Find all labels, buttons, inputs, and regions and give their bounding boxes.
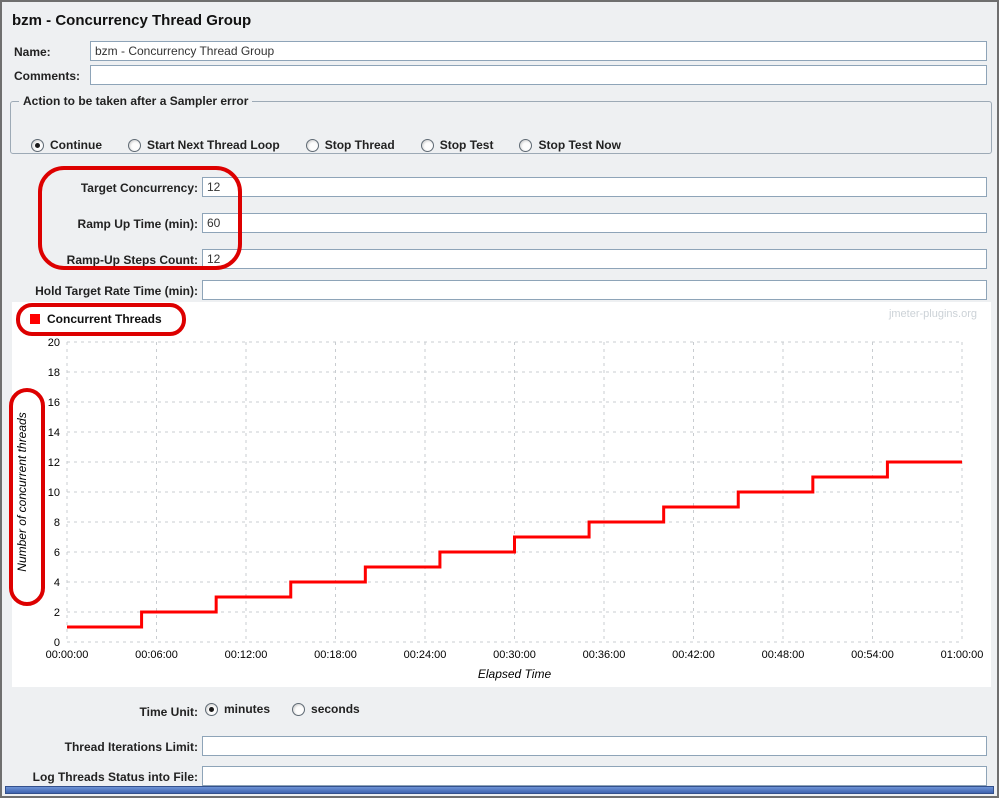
radio-icon: [305, 138, 319, 152]
ramp-up-time-input[interactable]: [202, 213, 987, 233]
radio-stop-test-label: Stop Test: [439, 138, 494, 152]
radio-start-next-thread-loop-label: Start Next Thread Loop: [147, 138, 280, 152]
sampler-error-group: Action to be taken after a Sampler error…: [10, 94, 992, 154]
svg-text:00:36:00: 00:36:00: [583, 649, 626, 661]
target-concurrency-label: Target Concurrency:: [80, 181, 198, 195]
svg-text:00:12:00: 00:12:00: [225, 649, 268, 661]
hold-target-rate-time-label: Hold Target Rate Time (min):: [35, 284, 198, 298]
svg-text:00:18:00: 00:18:00: [314, 649, 357, 661]
svg-text:4: 4: [54, 577, 60, 589]
radio-start-next-thread-loop[interactable]: Start Next Thread Loop: [128, 138, 280, 152]
legend-color-swatch: [30, 314, 40, 324]
time-unit-options: minutes seconds: [205, 702, 360, 716]
radio-minutes[interactable]: minutes: [205, 702, 270, 716]
svg-text:00:24:00: 00:24:00: [404, 649, 447, 661]
svg-text:00:30:00: 00:30:00: [493, 649, 536, 661]
svg-text:6: 6: [54, 547, 60, 559]
radio-icon: [519, 138, 533, 152]
chart-panel: Concurrent Threads jmeter-plugins.org 0 2…: [12, 302, 991, 687]
svg-text:8: 8: [54, 517, 60, 529]
log-threads-status-file-input[interactable]: [202, 766, 987, 786]
radio-icon: [292, 702, 306, 716]
svg-text:0: 0: [54, 637, 60, 649]
name-input[interactable]: [90, 41, 987, 61]
svg-text:01:00:00: 01:00:00: [941, 649, 984, 661]
svg-text:00:54:00: 00:54:00: [851, 649, 894, 661]
svg-text:Elapsed Time: Elapsed Time: [478, 667, 552, 681]
radio-stop-thread[interactable]: Stop Thread: [305, 138, 395, 152]
radio-icon: [420, 138, 434, 152]
radio-seconds-label: seconds: [311, 702, 360, 716]
legend-label: Concurrent Threads: [47, 312, 162, 326]
bottom-accent-bar: [5, 786, 994, 794]
svg-text:14: 14: [48, 427, 60, 439]
hold-target-rate-time-input[interactable]: [202, 280, 987, 300]
thread-iterations-limit-input[interactable]: [202, 736, 987, 756]
name-label: Name:: [14, 45, 51, 59]
ramp-up-time-label: Ramp Up Time (min):: [77, 217, 198, 231]
radio-stop-test-now-label: Stop Test Now: [538, 138, 621, 152]
svg-text:00:00:00: 00:00:00: [46, 649, 89, 661]
chart-legend: Concurrent Threads: [30, 312, 162, 326]
comments-label: Comments:: [14, 69, 81, 83]
svg-text:2: 2: [54, 607, 60, 619]
concurrency-chart: 0 2 4 6 8 10 12 14 16 18 20 00:00:00 00:06:00 00:12:0…: [15, 337, 984, 681]
svg-text:00:48:00: 00:48:00: [762, 649, 805, 661]
watermark-text: jmeter-plugins.org: [888, 308, 977, 320]
radio-icon: [128, 138, 141, 152]
radio-continue[interactable]: Continue: [31, 138, 102, 152]
radio-stop-test-now[interactable]: Stop Test Now: [519, 138, 621, 152]
svg-text:18: 18: [48, 367, 60, 379]
svg-text:Number of concurrent threads: Number of concurrent threads: [15, 412, 29, 571]
page-title: bzm - Concurrency Thread Group: [12, 12, 252, 29]
sampler-error-options: Continue Start Next Thread Loop Stop Thr…: [31, 138, 621, 152]
radio-selected-icon: [205, 702, 218, 716]
svg-text:10: 10: [48, 487, 60, 499]
ramp-up-steps-count-label: Ramp-Up Steps Count:: [66, 253, 198, 267]
sampler-error-legend: Action to be taken after a Sampler error: [23, 94, 249, 108]
svg-text:00:42:00: 00:42:00: [672, 649, 715, 661]
radio-continue-label: Continue: [50, 138, 102, 152]
comments-input[interactable]: [90, 65, 987, 85]
radio-minutes-label: minutes: [224, 702, 271, 716]
thread-iterations-limit-label: Thread Iterations Limit:: [64, 740, 198, 754]
target-concurrency-input[interactable]: [202, 177, 987, 197]
svg-text:12: 12: [48, 457, 60, 469]
log-threads-status-file-label: Log Threads Status into File:: [32, 770, 198, 784]
radio-seconds[interactable]: seconds: [292, 702, 360, 716]
radio-stop-thread-label: Stop Thread: [324, 138, 395, 152]
svg-text:20: 20: [48, 337, 60, 349]
radio-selected-icon: [31, 138, 44, 152]
svg-text:16: 16: [48, 397, 60, 409]
ramp-up-steps-count-input[interactable]: [202, 249, 987, 269]
radio-stop-test[interactable]: Stop Test: [420, 138, 494, 152]
svg-text:00:06:00: 00:06:00: [135, 649, 178, 661]
time-unit-label: Time Unit:: [139, 705, 198, 719]
concurrency-thread-group-panel: bzm - Concurrency Thread Group Name: Com…: [0, 0, 999, 798]
